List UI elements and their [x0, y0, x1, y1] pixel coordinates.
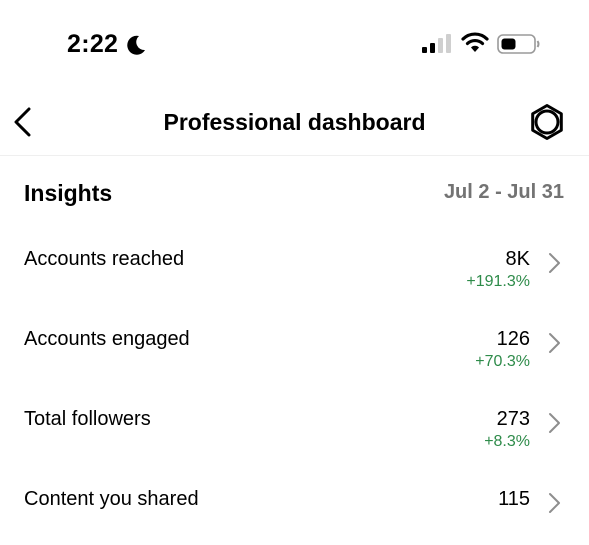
moon-icon: [127, 35, 145, 55]
row-value: 273: [496, 408, 530, 430]
insights-title: Insights: [24, 180, 113, 206]
row-value: 115: [498, 488, 530, 510]
row-label: Total followers: [24, 408, 151, 430]
professional-dashboard-screen: 2:22 Professional dashboard Insights Jul…: [0, 0, 589, 545]
date-range[interactable]: Jul 2 - Jul 31: [444, 179, 564, 205]
row-content-you-shared[interactable]: Content you shared 115: [0, 486, 589, 526]
chevron-right-icon: [549, 413, 560, 433]
row-label: Accounts engaged: [24, 328, 190, 350]
row-value: 126: [496, 328, 530, 350]
row-label: Accounts reached: [24, 248, 185, 270]
row-accounts-engaged[interactable]: Accounts engaged 126 +70.3%: [0, 326, 589, 390]
row-accounts-reached[interactable]: Accounts reached 8K +191.3%: [0, 246, 589, 310]
row-change: +70.3%: [475, 353, 530, 370]
row-value: 8K: [505, 248, 530, 270]
header-divider: [0, 155, 589, 156]
battery-icon: [497, 34, 540, 54]
page-title: Professional dashboard: [163, 109, 426, 135]
gear-icon[interactable]: [527, 102, 567, 142]
row-label: Content you shared: [24, 488, 199, 510]
row-change: +191.3%: [466, 273, 530, 290]
row-total-followers[interactable]: Total followers 273 +8.3%: [0, 406, 589, 470]
chevron-right-icon: [549, 333, 560, 353]
status-time: 2:22: [67, 30, 119, 58]
chevron-right-icon: [549, 493, 560, 513]
row-change: +8.3%: [484, 433, 530, 450]
signal-icon: [422, 34, 451, 53]
wifi-icon: [461, 32, 489, 52]
chevron-right-icon: [549, 253, 560, 273]
